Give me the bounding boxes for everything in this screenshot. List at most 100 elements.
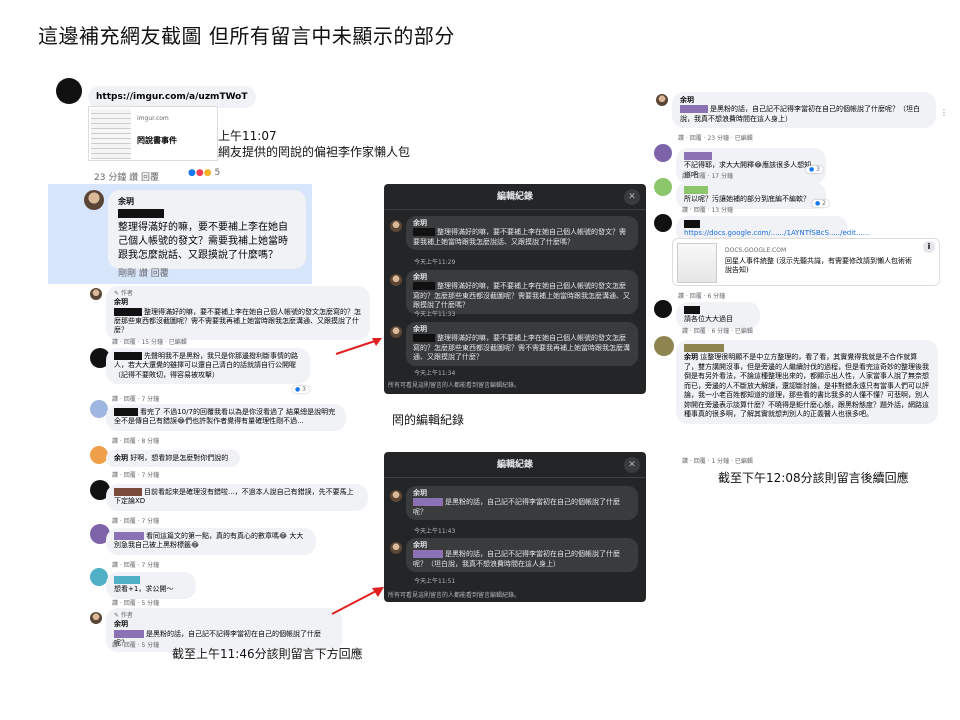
link-preview-card[interactable]: DOCS.GOOGLE.COM 回星人事件統整 (沒示先聽共識，有需要修改請到懶… xyxy=(672,238,940,286)
avatar xyxy=(390,326,402,338)
redacted-text xyxy=(684,186,708,194)
reaction-badge[interactable]: ● 3 xyxy=(292,386,309,393)
avatar[interactable] xyxy=(656,94,668,106)
entry-text: 整理得滿好的嘛，要不要補上李在她自己個人帳號的發文怎麼寫的？怎麼那些東西都沒截圖… xyxy=(413,282,630,310)
comment-meta: 讚 · 回覆 · 23 分鐘 · 已編輯 xyxy=(678,135,753,142)
docs-link[interactable]: https://docs.google.com/....../1AYNTfSBc… xyxy=(684,229,869,237)
avatar[interactable] xyxy=(654,300,672,318)
haha-icon: ● xyxy=(203,168,212,178)
dialog-header: 編輯紀錄 xyxy=(384,184,646,210)
close-icon[interactable]: ✕ xyxy=(624,457,640,473)
avatar[interactable] xyxy=(654,178,672,196)
close-icon[interactable]: ✕ xyxy=(624,189,640,205)
comment-text: 好啊，想看妳是怎麼對你們說的 xyxy=(130,454,229,462)
comment-actions[interactable]: 剛剛 讚 回覆 xyxy=(118,266,169,279)
comment-bubble: 看完了 不過10/7的回覆我看以為是你沒看過了 結果總是說明完全不是傳自己有錯誤… xyxy=(106,404,346,431)
comment-text: 整理得滿好的嘛，要不要補上李在她自己個人帳號的發文怎麼寫的？怎麼那些東西都沒截圖… xyxy=(114,307,361,335)
comment-meta: 讚 · 回覆 · 6 分鐘 · 已編輯 xyxy=(682,328,753,335)
more-options-icon[interactable]: ⋮ xyxy=(940,108,948,117)
edit-entry: 余玥 是黑粉的話，自己記不記得李當初在自己的個帳說了什麼呢？ xyxy=(406,486,638,521)
dialog-footer: 所有可看見這則留言的人都能看到留言編輯紀錄。 xyxy=(388,382,521,389)
entry-time: 今天上午11:51 xyxy=(414,578,456,585)
arrow-icon xyxy=(331,587,384,615)
redacted-text xyxy=(413,498,443,507)
comment-meta: 讚 · 回覆 · 7 分鐘 xyxy=(112,472,160,479)
comment-author[interactable]: 余玥 xyxy=(114,620,334,629)
redacted-text xyxy=(114,307,142,316)
redacted-text xyxy=(114,629,144,638)
preview-domain: imgur.com xyxy=(137,115,169,122)
heart-icon: ● xyxy=(195,168,204,178)
avatar[interactable] xyxy=(654,214,672,232)
info-icon[interactable]: i xyxy=(923,241,935,253)
reaction-badge[interactable]: ● 2 xyxy=(812,200,829,207)
comment-bubble: 目前看起來是確理沒有錯啦...，不過本人說自己有錯誤，先不要馬上下定論XD xyxy=(106,484,368,511)
comment-meta: 讚 · 回覆 · 15 分鐘 · 已編輯 xyxy=(112,339,187,346)
comment-meta: 23 分鐘 讚 回覆 xyxy=(94,173,160,183)
comment-author[interactable]: 余玥 xyxy=(114,454,128,462)
entry-text: 是黑粉的話，自己記不記得李當初在自己的個帳說了什麼呢？（坦白說，我真不想浪費時間… xyxy=(413,550,620,568)
reaction-badge[interactable]: ● 3 xyxy=(806,166,823,173)
edit-history-label: 罔的編輯紀錄 xyxy=(392,413,465,427)
entry-time: 今天上午11:43 xyxy=(414,528,456,535)
comment-meta: 讚 · 回覆 · 7 分鐘 xyxy=(112,518,160,525)
redacted-text xyxy=(680,105,708,114)
comment-bubble: 余玥 好啊，想看妳是怎麼對你們說的 xyxy=(106,450,240,468)
comment-author[interactable]: 余玥 xyxy=(118,196,296,207)
arrow-icon xyxy=(335,338,382,355)
redacted-text xyxy=(114,408,138,416)
avatar[interactable] xyxy=(654,144,672,162)
avatar[interactable] xyxy=(654,336,674,356)
comment-meta: 讚 · 回覆 · 5 分鐘 xyxy=(112,600,160,607)
comment-text: 這整理很明顯不是中立方整理的，看了看，其實覺得我就是不合作就算了，雙方講開沒事，… xyxy=(684,353,929,419)
comment-bubble: 余玥 這整理很明顯不是中立方整理的，看了看，其實覺得我就是不合作就算了，雙方講開… xyxy=(676,340,938,424)
comment-meta: 讚 · 回覆 · 13 分鐘 xyxy=(682,207,733,214)
edit-history-dialog: 編輯紀錄 ✕ 余玥 整理得滿好的嘛，要不要補上李在她自己個人帳號的發文？需要我補… xyxy=(384,184,646,394)
annotation-text: 網友提供的罔說的偏袒李作家懶人包 xyxy=(218,145,411,159)
preview-domain: DOCS.GOOGLE.COM xyxy=(725,247,787,254)
reaction-count-label: 5 xyxy=(214,168,221,178)
redacted-text xyxy=(413,334,435,343)
preview-title: 回星人事件統整 (沒示先聽共識，有需要修改請到懶人包術術說告知) xyxy=(725,257,912,275)
comment-text: 目前看起來是確理沒有錯啦...，不過本人說自己有錯誤，先不要馬上下定論XD xyxy=(114,488,354,506)
comment-bubble: 先聲明我不是黑粉，我只是你那邊撥利斷事情的路人，若大大還覺的雖擇可以還自己清白的… xyxy=(106,348,310,385)
avatar[interactable] xyxy=(90,288,102,300)
dialog-footer: 所有可看見這則留言的人都能看到留言編輯紀錄。 xyxy=(388,592,521,599)
reaction-count-label: 2 xyxy=(822,200,826,207)
redacted-text xyxy=(413,550,443,559)
entry-text: 是黑粉的話，自己記不記得李當初在自己的個帳說了什麼呢？ xyxy=(413,498,620,516)
like-icon: ● xyxy=(295,386,301,393)
edit-history-dialog: 編輯紀錄 ✕ 余玥 是黑粉的話，自己記不記得李當初在自己的個帳說了什麼呢？ 今天… xyxy=(384,452,646,602)
redacted-text xyxy=(114,352,142,360)
comment-meta: 讚 · 回覆 · 17 分鐘 xyxy=(682,173,733,180)
edit-entry: 余玥 整理得滿好的嘛，要不要補上李在她自己個人帳號的發文怎麼寫的？怎麼那些東西都… xyxy=(406,322,638,366)
annotation-time: 上午11:07 xyxy=(218,129,277,143)
comment-bubble: 想看+1，求公開～ xyxy=(106,572,196,599)
dialog-header: 編輯紀錄 xyxy=(384,452,646,478)
redacted-text xyxy=(114,532,144,540)
comment-author[interactable]: 余玥 xyxy=(114,298,362,307)
link-preview-card[interactable]: imgur.com 罔說書事件 xyxy=(88,106,218,161)
redacted-text xyxy=(684,220,700,228)
redacted-text xyxy=(684,306,700,314)
avatar xyxy=(390,220,402,232)
comment-author[interactable]: 余玥 xyxy=(684,353,698,361)
comment-meta: 讚 · 回覆 · 6 分鐘 xyxy=(678,293,726,300)
redacted-text xyxy=(684,152,712,160)
avatar[interactable] xyxy=(90,612,102,624)
comment-bubble: 請各位大大過目 xyxy=(676,302,760,329)
avatar[interactable] xyxy=(84,190,104,210)
edit-entry: 余玥 整理得滿好的嘛，要不要補上李在她自己個人帳號的發文？需要我補上她當時跟我怎… xyxy=(406,216,638,251)
comment-text: 整理得滿好的嘛，要不要補上李在她自己個人帳號的發文？需要我補上她當時跟我怎麼說話… xyxy=(118,222,288,262)
entry-text: 整理得滿好的嘛，要不要補上李在她自己個人帳號的發文怎麼寫的？怎麼那些東西都沒截圖… xyxy=(413,334,630,362)
avatar[interactable] xyxy=(56,78,82,104)
avatar[interactable] xyxy=(90,446,108,464)
entry-time: 今天上午11:29 xyxy=(414,259,456,266)
imgur-link[interactable]: https://imgur.com/a/uzmTWoT xyxy=(96,92,248,102)
comment-meta: 讚 · 回覆 · 7 分鐘 xyxy=(112,396,160,403)
comment-text: 所以呢？污讓她補的部分到底編不編軟？ xyxy=(684,195,810,204)
avatar xyxy=(390,490,402,502)
avatar xyxy=(390,274,402,286)
reaction-count[interactable]: ●●● 5 xyxy=(188,168,220,178)
comment-meta: 讚 · 回覆 · 5 分鐘 xyxy=(112,642,160,649)
